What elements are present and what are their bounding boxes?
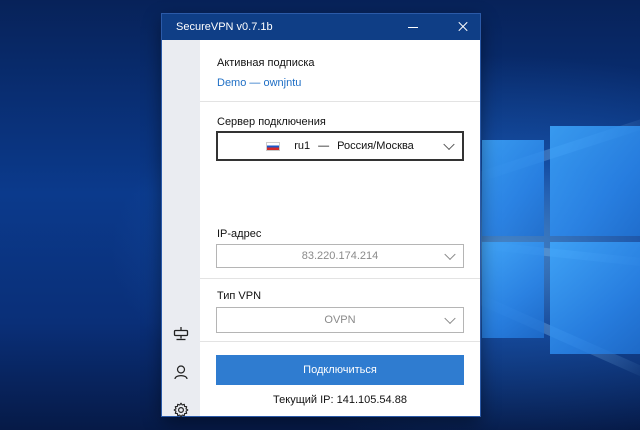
- subscription-link[interactable]: Demo — ownjntu: [217, 77, 301, 89]
- title-bar[interactable]: SecureVPN v0.7.1b: [162, 14, 480, 40]
- window-title: SecureVPN v0.7.1b: [176, 21, 273, 33]
- server-select[interactable]: ru1 — Россия/Москва: [216, 131, 464, 161]
- ip-select[interactable]: 83.220.174.214: [216, 244, 464, 268]
- server-location: Россия/Москва: [337, 140, 414, 152]
- close-icon: [458, 22, 468, 32]
- vpn-type-select[interactable]: OVPN: [216, 307, 464, 333]
- server-id: ru1: [294, 140, 311, 152]
- vpn-type-value: OVPN: [324, 314, 356, 326]
- sidebar: [162, 40, 200, 418]
- ip-value: 83.220.174.214: [301, 250, 379, 262]
- current-ip-text: Текущий IP: 141.105.54.88: [273, 394, 407, 406]
- server-value: ru1 — Россия/Москва: [266, 140, 414, 152]
- minimize-icon: [408, 26, 418, 28]
- server-label: Сервер подключения: [217, 116, 326, 128]
- connect-button[interactable]: Подключиться: [216, 355, 464, 385]
- user-icon[interactable]: [171, 362, 191, 382]
- chevron-down-icon: [443, 138, 455, 151]
- server-separator: —: [318, 140, 330, 152]
- divider: [200, 101, 480, 102]
- divider: [200, 278, 480, 279]
- close-button[interactable]: [448, 14, 478, 40]
- network-icon[interactable]: [171, 324, 191, 344]
- chevron-down-icon: [444, 248, 456, 261]
- divider: [200, 341, 480, 342]
- gear-icon[interactable]: [171, 400, 191, 420]
- main-content: Активная подписка Demo — ownjntu Сервер …: [200, 40, 480, 416]
- chevron-down-icon: [444, 312, 456, 325]
- subscription-label: Активная подписка: [217, 57, 315, 69]
- ip-label: IP-адрес: [217, 228, 262, 240]
- vpn-type-label: Тип VPN: [217, 290, 262, 302]
- app-window: SecureVPN v0.7.1b Активная подписка Demo…: [162, 14, 480, 418]
- minimize-button[interactable]: [398, 14, 428, 40]
- windows-logo: [482, 118, 640, 368]
- russia-flag-icon: [266, 141, 281, 151]
